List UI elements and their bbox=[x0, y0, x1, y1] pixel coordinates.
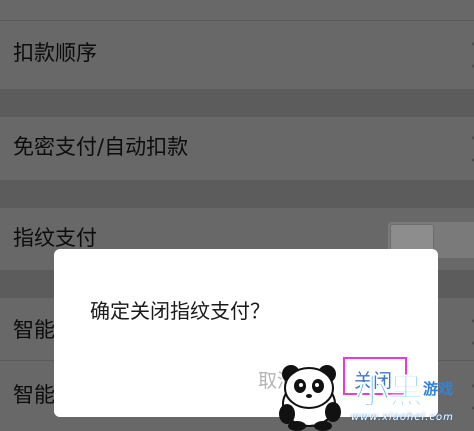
settings-row-deduction-order[interactable]: 扣款顺序 bbox=[0, 21, 474, 89]
settings-screen: 扣款顺序 免密支付/自动扣款 指纹支付 智能 智能 确定关闭指纹支付？ 取消 关… bbox=[0, 0, 474, 431]
watermark-logo-text: 小黑 bbox=[355, 372, 424, 413]
password-free-label: 免密支付/自动扣款 bbox=[13, 135, 189, 159]
watermark-url: www.xiaohei.com bbox=[351, 412, 454, 423]
smart-1-label: 智能 bbox=[13, 318, 55, 342]
section-gap bbox=[0, 180, 474, 208]
watermark-game-text: 游戏 bbox=[423, 380, 454, 398]
chevron-right-icon bbox=[460, 319, 474, 345]
chevron-right-icon bbox=[460, 42, 474, 68]
deduction-order-label: 扣款顺序 bbox=[13, 41, 97, 65]
section-gap bbox=[0, 89, 474, 117]
top-row-partial bbox=[0, 0, 474, 20]
chevron-right-icon bbox=[460, 136, 474, 162]
dialog-message: 确定关闭指纹支付？ bbox=[90, 299, 270, 323]
fingerprint-pay-label: 指纹支付 bbox=[13, 226, 97, 250]
watermark-logo: 小黑 游戏 www.xiaohei.com bbox=[275, 356, 474, 431]
smart-2-label: 智能 bbox=[13, 383, 55, 407]
settings-row-password-free[interactable]: 免密支付/自动扣款 bbox=[0, 117, 474, 180]
